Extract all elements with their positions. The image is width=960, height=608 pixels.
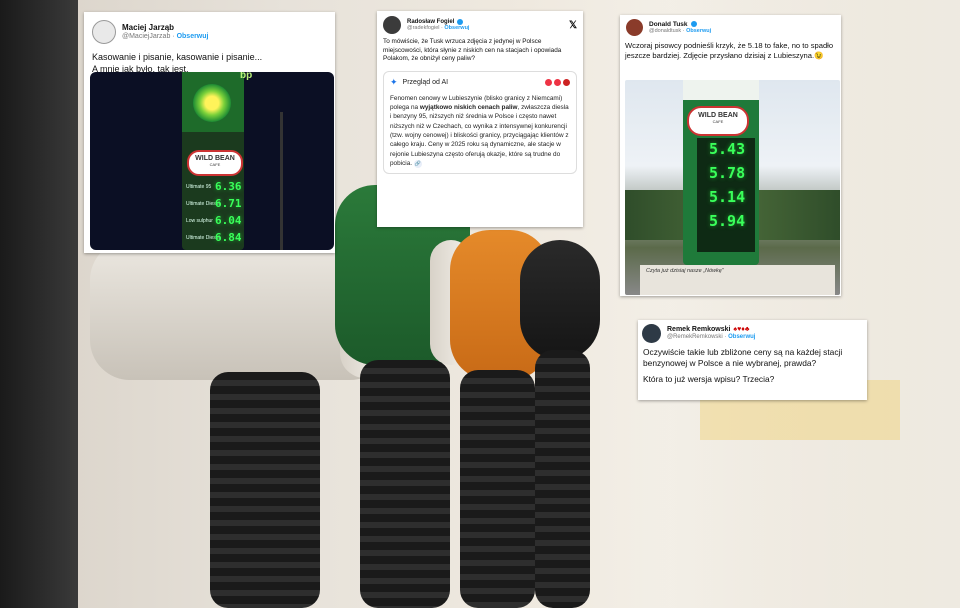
newspaper: Czyta już dzisiaj nasze „Nówkę”	[640, 265, 835, 295]
price-4: 5.94	[709, 212, 746, 230]
ai-sparkle-icon: ✦	[390, 76, 398, 87]
grip-orange	[460, 370, 535, 608]
avatar[interactable]	[626, 19, 643, 36]
tweet-paragraph-2: Która to już wersja wpisu? Trzecia?	[643, 373, 775, 384]
fuel-label-1: Ultimate 95	[186, 184, 212, 190]
follow-button[interactable]: Obserwuj	[686, 28, 711, 34]
price-1: 5.43	[709, 140, 746, 158]
wild-bean-text: WILD BEAN	[195, 155, 235, 162]
wild-bean-logo: WILD BEAN CAFE	[187, 150, 243, 176]
follow-button[interactable]: Obserwuj	[728, 334, 755, 340]
price-3: 5.14	[709, 188, 746, 206]
author-handle[interactable]: @radekfogiel	[407, 25, 440, 31]
tweet-line-1: Kasowanie i pisanie, kasowanie i pisanie…	[92, 52, 263, 62]
author-name[interactable]: Donald Tusk	[649, 21, 688, 28]
follow-button[interactable]: Obserwuj	[177, 33, 209, 40]
wild-bean-text: WILD BEAN	[698, 112, 738, 119]
ai-overview-title: Przegląd od AI	[402, 78, 449, 86]
grip-green	[360, 360, 450, 608]
fuel-label-3: Low sulphur	[186, 218, 213, 224]
tweet-header: Remek Remkowski ♠♥♦♣ @RemekRemkowski · Ob…	[638, 320, 867, 344]
author-name[interactable]: Radosław Fogiel	[407, 19, 454, 26]
author-name[interactable]: Maciej Jarząb	[122, 23, 208, 33]
bp-logo-text: bp	[240, 72, 253, 81]
ai-overview-header: ✦ Przegląd od AI	[390, 77, 570, 88]
price-4: 6.84	[215, 231, 242, 244]
follow-button[interactable]: Obserwuj	[444, 25, 469, 31]
source-favicon-icon	[554, 78, 561, 86]
tweet-card-fogiel[interactable]: Radosław Fogiel @radekfogiel · Obserwuj …	[377, 11, 583, 227]
ai-source-icons[interactable]	[545, 78, 570, 86]
verified-badge-icon	[457, 18, 464, 25]
author-handle[interactable]: @RemekRemkowski	[667, 334, 723, 340]
bp-helios-logo-icon	[193, 84, 231, 122]
ai-text-part-2: , zwłaszcza diesla i benzyny 95, niższyc…	[390, 104, 569, 167]
price-3: 6.04	[215, 214, 242, 227]
tweet-photo-bp-station[interactable]: bp WILD BEAN CAFE Ultimate 95 Ultimate D…	[90, 72, 334, 250]
newspaper-headline: Czyta już dzisiaj nasze „Nówkę”	[646, 268, 724, 274]
source-favicon-icon	[563, 78, 570, 86]
tweet-header: Radosław Fogiel @radekfogiel · Obserwuj …	[377, 11, 583, 36]
price-2: 6.71	[215, 197, 242, 210]
nozzle-dark	[520, 240, 600, 360]
avatar[interactable]	[383, 16, 401, 34]
pylon-top	[683, 80, 759, 100]
tweet-text: Wczoraj pisowcy podnieśli krzyk, że 5.18…	[625, 41, 834, 61]
wild-bean-logo: WILD BEAN CAFE	[687, 106, 749, 136]
tweet-text: To mówiście, że Tusk wrzuca zdjęcia z je…	[383, 38, 562, 63]
tweet-header: Donald Tusk @donaldtusk · Obserwuj	[620, 15, 841, 38]
tweet-header: Maciej Jarząb @MaciejJarzab · Obserwuj	[84, 12, 335, 48]
x-logo-icon[interactable]: 𝕏	[569, 20, 577, 31]
grip-gray	[210, 372, 320, 608]
avatar[interactable]	[642, 324, 661, 343]
author-name[interactable]: Remek Remkowski	[667, 326, 730, 334]
source-favicon-icon	[545, 78, 552, 86]
ai-overview-box[interactable]: ✦ Przegląd od AI Fenomen cenowy w Lubies…	[383, 70, 577, 175]
verified-badge-icon	[690, 21, 697, 28]
avatar[interactable]	[92, 20, 116, 44]
link-icon[interactable]: 🔗	[413, 159, 422, 168]
tweet-card-remkowski[interactable]: Remek Remkowski ♠♥♦♣ @RemekRemkowski · Ob…	[638, 320, 867, 400]
ai-text-bold: wyjątkowo niskich cenach paliw	[419, 104, 518, 112]
wild-bean-sub: CAFE	[712, 119, 724, 124]
tweet-photo-wild-bean-station[interactable]: WILD BEAN CAFE 5.43 5.78 5.14 5.94 Czyta…	[625, 80, 840, 295]
author-handle[interactable]: @MaciejJarzab	[122, 33, 170, 40]
grip-dark	[535, 350, 590, 608]
price-2: 5.78	[709, 164, 746, 182]
tweet-card-tusk[interactable]: Donald Tusk @donaldtusk · Obserwuj Wczor…	[620, 15, 841, 296]
pump-frame	[0, 0, 78, 608]
wild-bean-sub: CAFE	[209, 162, 221, 167]
card-suits-icon: ♠♥♦♣	[733, 326, 750, 334]
ai-overview-body: Fenomen cenowy w Lubieszynie (blisko gra…	[390, 94, 570, 168]
tweet-paragraph-1: Oczywiście takie lub zbliżone ceny są na…	[643, 347, 843, 368]
lamp-post	[280, 112, 283, 250]
tweet-card-jarzab[interactable]: Maciej Jarząb @MaciejJarzab · Obserwuj K…	[84, 12, 335, 253]
tweet-text: Oczywiście takie lub zbliżone ceny są na…	[638, 344, 867, 388]
price-1: 6.36	[215, 180, 242, 193]
author-handle[interactable]: @donaldtusk	[649, 28, 681, 34]
